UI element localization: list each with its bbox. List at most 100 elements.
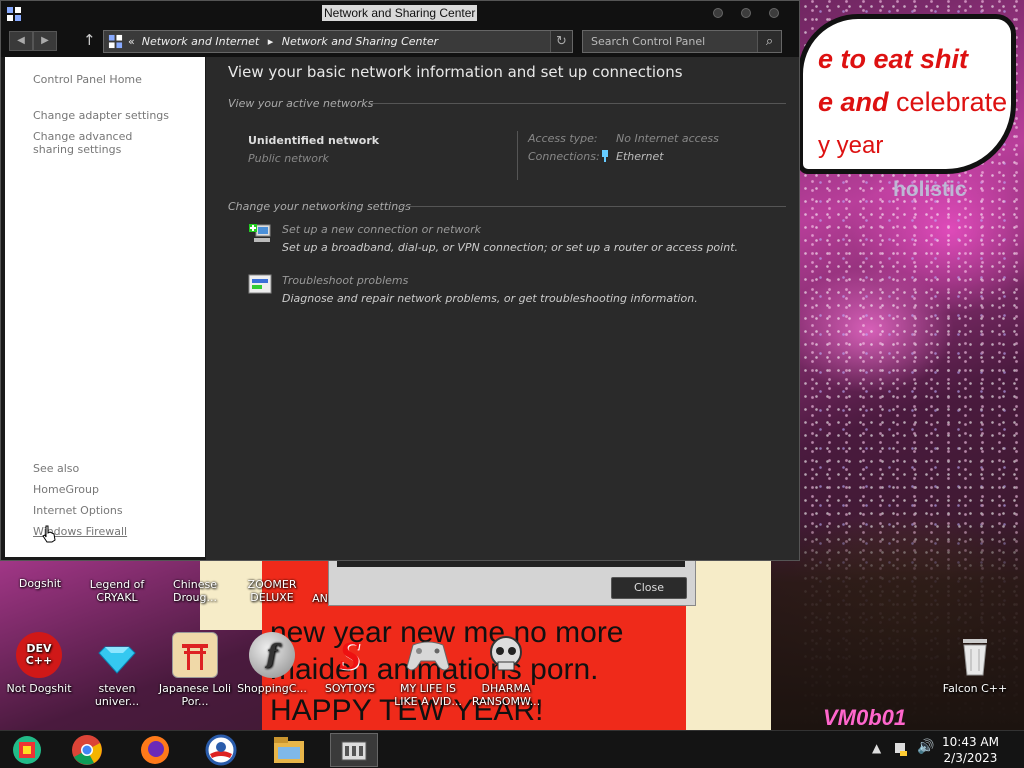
volume-icon[interactable]: 🔊 — [917, 739, 934, 755]
address-bar[interactable]: « Network and Internet ▸ Network and Sha… — [103, 30, 573, 53]
desktop-icon-recycle-bin[interactable]: Falcon C++ — [936, 632, 1014, 695]
breadcrumb-network-and-sharing-center[interactable]: Network and Sharing Center — [282, 35, 438, 48]
desktop-icon-dogshit[interactable]: Dogshit — [1, 577, 79, 590]
desktop-icon-label: Dogshit — [18, 577, 62, 590]
homegroup-link[interactable]: HomeGroup — [33, 483, 99, 496]
taskbar-file-explorer[interactable] — [266, 733, 312, 767]
troubleshoot-link[interactable]: Troubleshoot problems — [282, 274, 408, 287]
desktop-icon-shopping[interactable]: f ShoppingC... — [233, 632, 311, 695]
forward-button[interactable]: ▶ — [33, 31, 57, 51]
flash-icon: f — [249, 632, 295, 678]
crowd-photo — [765, 520, 1024, 730]
main-content: View your basic network information and … — [206, 57, 799, 560]
network-sharing-center-window: Network and Sharing Center ◀ ▶ ↑ « Netwo… — [0, 0, 800, 561]
hand-cursor-icon — [42, 525, 56, 543]
desktop-icon-zoomer-deluxe[interactable]: ZOOMER DELUXE — [233, 578, 311, 604]
desktop-icon-label: Chinese Droug... — [173, 578, 217, 604]
change-adapter-settings-link[interactable]: Change adapter settings — [33, 109, 169, 122]
maximize-button[interactable] — [741, 8, 751, 18]
close-button[interactable]: Close — [611, 577, 687, 599]
setup-connection-link[interactable]: Set up a new connection or network — [282, 223, 481, 236]
connections-label: Connections: — [528, 150, 600, 163]
show-hidden-icons-icon[interactable]: ▲ — [872, 741, 881, 755]
ethernet-connection-link[interactable]: Ethernet — [616, 150, 664, 163]
bubble-line-1: e to eat shit — [818, 44, 969, 74]
search-icon[interactable]: ⌕ — [757, 31, 781, 52]
system-clock[interactable]: 10:43 AM 2/3/2023 — [942, 734, 999, 766]
close-window-button[interactable] — [769, 8, 779, 18]
desktop-icon-not-dogshit[interactable]: DEV C++ Not Dogshit — [0, 632, 78, 695]
network-center-icon — [341, 741, 367, 761]
skull-icon — [483, 632, 529, 678]
desktop-icon-label: DHARMA RANSOMW... — [471, 682, 541, 708]
network-type-link[interactable]: Public network — [248, 152, 329, 165]
chrome-icon — [72, 735, 102, 765]
page-title: View your basic network information and … — [228, 63, 683, 81]
desktop-icon-steven-universe[interactable]: steven univer... — [78, 632, 156, 708]
control-panel-home-link[interactable]: Control Panel Home — [33, 73, 142, 86]
desktop-icon-dharma[interactable]: DHARMA RANSOMW... — [467, 632, 545, 708]
new-connection-icon — [249, 224, 271, 242]
desktop-icon-soytoys[interactable]: S SOYTOYS — [311, 632, 389, 695]
desktop-icon-label: Japanese Loli Por... — [158, 682, 232, 708]
desktop-icon-label: ZOOMER DELUXE — [247, 578, 297, 604]
troubleshoot-description: Diagnose and repair network problems, or… — [282, 292, 698, 305]
bubble-line-2b: celebrate — [896, 87, 1008, 117]
breadcrumb: « Network and Internet ▸ Network and Sha… — [128, 31, 438, 52]
overflow-chevron-icon[interactable]: « — [128, 35, 135, 48]
desktop-icon-label: Legend of CRYAKL — [89, 578, 145, 604]
bubble-line-3: y year — [818, 132, 884, 159]
desktop-icon-label: Falcon C++ — [942, 682, 1008, 695]
see-also-heading: See also — [33, 462, 80, 475]
minimize-button[interactable] — [713, 8, 723, 18]
control-panel-icon — [108, 34, 123, 49]
torii-icon — [172, 632, 218, 678]
desktop-icon-label: MY LIFE IS LIKE A VID... — [394, 682, 462, 708]
desktop-icon-chinese-droug[interactable]: Chinese Droug... — [156, 578, 234, 604]
taskbar-chrome[interactable] — [64, 733, 110, 767]
refresh-icon[interactable]: ↻ — [550, 31, 572, 52]
network-name: Unidentified network — [248, 134, 380, 147]
up-arrow-icon[interactable]: ↑ — [83, 31, 96, 49]
desktop-icon-label: ShoppingC... — [237, 682, 307, 695]
access-type-value: No Internet access — [616, 132, 719, 145]
clock-date: 2/3/2023 — [943, 751, 998, 765]
holistic-text: holistic — [893, 178, 967, 201]
dev-cpp-icon: DEV C++ — [16, 632, 62, 678]
obama-logo-icon — [205, 734, 237, 766]
title-bar[interactable]: Network and Sharing Center — [1, 1, 799, 27]
change-advanced-sharing-link[interactable]: Change advanced sharing settings — [33, 130, 173, 156]
signature-text: VM0b01 — [823, 705, 907, 730]
network-tray-icon[interactable] — [893, 740, 909, 758]
firefox-icon — [141, 736, 169, 764]
breadcrumb-network-and-internet[interactable]: Network and Internet — [142, 35, 260, 48]
recycle-bin-icon — [952, 632, 998, 678]
left-navigation-pane: Control Panel Home Change adapter settin… — [5, 57, 205, 557]
taskbar-control-panel[interactable] — [4, 733, 50, 767]
desktop-icon-label: SOYTOYS — [324, 682, 376, 695]
back-button[interactable]: ◀ — [9, 31, 33, 51]
speech-bubble-text: e to eat shit e and celebrate y year — [818, 38, 1018, 167]
search-placeholder: Search Control Panel — [591, 35, 706, 48]
desktop-icon-japanese[interactable]: Japanese Loli Por... — [156, 632, 234, 708]
desktop-icon-label: Not Dogshit — [6, 682, 72, 695]
desktop-icon-label: AN — [312, 592, 328, 605]
soytoys-icon: S — [338, 632, 362, 678]
taskbar-firefox[interactable] — [132, 733, 178, 767]
active-networks-heading: View your active networks — [228, 97, 374, 110]
control-panel-icon — [13, 736, 41, 764]
toolbar: ◀ ▶ ↑ « Network and Internet ▸ Network a… — [1, 27, 799, 57]
access-type-label: Access type: — [528, 132, 598, 145]
troubleshoot-icon — [248, 274, 272, 294]
desktop-icon-my-life[interactable]: MY LIFE IS LIKE A VID... — [389, 632, 467, 708]
gamepad-icon — [405, 632, 451, 678]
taskbar-network-center[interactable] — [330, 733, 378, 767]
change-settings-heading: Change your networking settings — [228, 200, 411, 213]
breadcrumb-separator-icon: ▸ — [267, 35, 274, 48]
internet-options-link[interactable]: Internet Options — [33, 504, 123, 517]
search-input[interactable]: Search Control Panel ⌕ — [582, 30, 782, 53]
desktop-icon-legend-of-cryakl[interactable]: Legend of CRYAKL — [78, 578, 156, 604]
window-title: Network and Sharing Center — [322, 5, 478, 21]
taskbar-obama-app[interactable] — [198, 733, 244, 767]
divider — [517, 131, 518, 180]
